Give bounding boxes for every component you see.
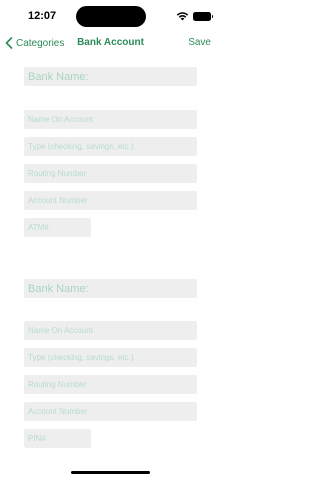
account-number-field-2[interactable]: Account Number (24, 402, 197, 421)
atm-field-1[interactable]: ATM# (24, 218, 91, 237)
name-on-account-field-2[interactable]: Name On Account (24, 321, 197, 340)
back-button[interactable]: Categories (5, 33, 64, 53)
routing-number-field-1[interactable]: Routing Number (24, 164, 197, 183)
chevron-left-icon (5, 37, 13, 49)
bank-name-field-2[interactable]: Bank Name: (24, 279, 197, 298)
bank-name-field-1[interactable]: Bank Name: (24, 67, 197, 86)
bank-account-screen: 12:07 Categories Bank Account Save Bank … (0, 0, 221, 480)
routing-number-field-2[interactable]: Routing Number (24, 375, 197, 394)
account-type-field-1[interactable]: Type (checking, savings, etc.) (24, 137, 197, 156)
account-type-field-2[interactable]: Type (checking, savings, etc.) (24, 348, 197, 367)
save-button[interactable]: Save (188, 37, 211, 48)
wifi-icon (176, 12, 189, 21)
name-on-account-field-1[interactable]: Name On Account (24, 110, 197, 129)
back-button-label: Categories (16, 37, 65, 49)
status-time: 12:07 (28, 10, 57, 22)
battery-icon (193, 11, 213, 21)
home-indicator (71, 471, 150, 474)
pin-field-2[interactable]: PIN# (24, 429, 91, 448)
status-icons (176, 11, 213, 21)
dynamic-island (76, 6, 146, 27)
account-number-field-1[interactable]: Account Number (24, 191, 197, 210)
navigation-bar: Categories Bank Account Save (0, 33, 221, 53)
